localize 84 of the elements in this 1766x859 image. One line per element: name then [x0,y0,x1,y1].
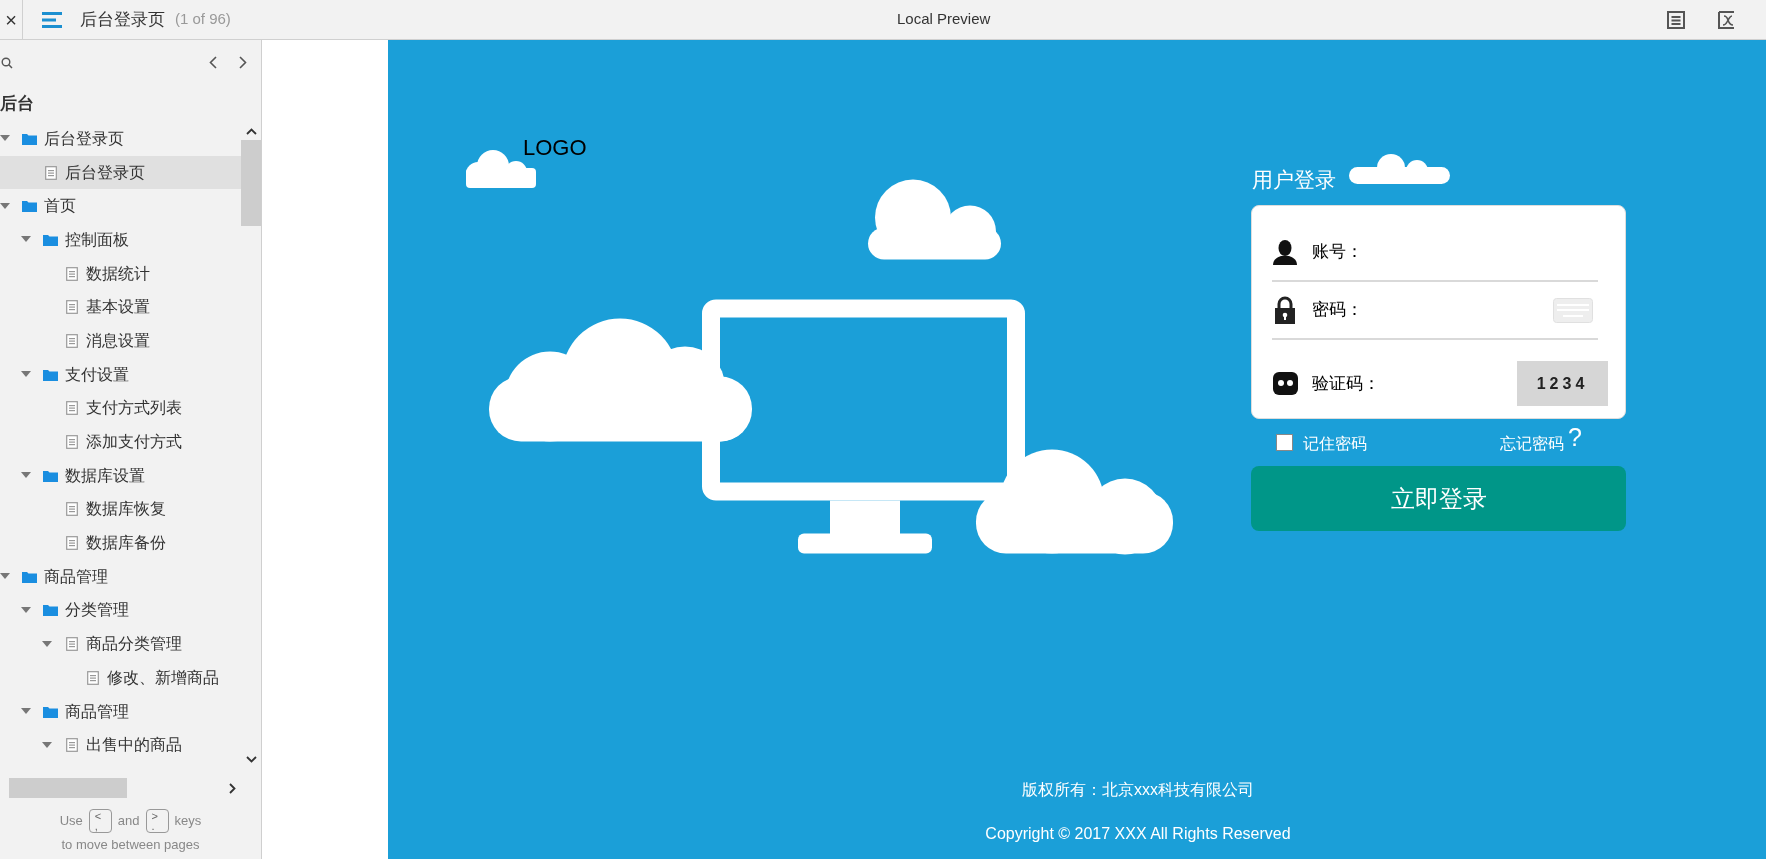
tree-item[interactable]: 首页 [0,189,241,224]
tree-item[interactable]: 后台登录页 [0,122,241,156]
folder-icon [22,570,37,583]
tree-item[interactable]: 后台登录页 [0,155,241,190]
tree-item[interactable]: 控制面板 [0,223,241,257]
tree-item[interactable]: 支付设置 [0,357,241,392]
form-title: 用户登录 [1252,167,1336,194]
folder-icon [43,604,58,617]
tree-item[interactable]: 商品管理 [0,694,241,729]
tree-item[interactable]: 数据库设置 [0,458,241,493]
menu-icon[interactable] [42,11,63,28]
cloud-icon [1349,154,1450,184]
tree-item[interactable]: 添加支付方式 [0,425,241,459]
tree-item[interactable]: 消息设置 [0,324,241,358]
keycap: > . [145,809,169,833]
expand-toggle-icon[interactable] [21,371,31,379]
close-button[interactable]: × [0,0,23,39]
folder-icon [43,368,58,381]
page-icon [64,266,79,281]
folder-icon [22,200,37,213]
scrollbar-thumb[interactable] [9,778,127,798]
notes-icon[interactable] [1667,10,1685,29]
folder-icon [43,233,58,246]
page-icon [64,300,79,315]
search-icon[interactable] [1,56,13,69]
folder-icon [43,705,58,718]
tree-item[interactable]: 数据统计 [0,256,241,291]
scroll-right-icon[interactable] [229,782,236,794]
page-count: (1 of 96) [175,9,231,30]
lock-icon [1272,296,1298,324]
tree-item[interactable]: 数据库备份 [0,526,241,560]
page-icon [64,738,79,753]
page-icon [85,670,100,685]
captcha-image[interactable]: 1234 [1517,361,1608,406]
next-page-icon[interactable] [239,56,247,69]
captcha-icon [1272,372,1298,395]
page-icon [64,502,79,517]
window-title: Local Preview [897,9,991,30]
expand-toggle-icon[interactable] [42,741,52,749]
field-label: 账号： [1312,241,1363,264]
hint-text: keys [174,812,202,831]
tree-item[interactable]: 数据库恢复 [0,492,241,527]
user-icon [1272,239,1298,265]
scroll-down-icon[interactable] [245,756,257,763]
page-icon [43,165,58,180]
tree-item[interactable]: 出售中的商品 [0,728,241,763]
keycap: < , [88,809,112,833]
login-button[interactable]: 立即登录 [1251,466,1626,531]
copyright-text: Copyright © 2017 XXX All Rights Reserved [985,824,1291,844]
hint-text: to move between pages [61,836,200,854]
tree-item[interactable]: 基本设置 [0,290,241,325]
expand-toggle-icon[interactable] [42,640,52,648]
expand-toggle-icon[interactable] [21,606,31,614]
remember-checkbox[interactable] [1276,433,1293,451]
page-icon [64,333,79,348]
expand-toggle-icon[interactable] [0,135,10,143]
field-label: 验证码： [1312,372,1380,395]
scrollbar-thumb[interactable] [241,140,261,226]
page-title: 后台登录页 [80,8,165,31]
tree-item[interactable]: 分类管理 [0,593,241,628]
hint-text: and [117,812,140,831]
scroll-up-icon[interactable] [245,128,257,135]
page-icon [64,401,79,416]
copyright-text: 版权所有：北京xxx科技有限公司 [1022,780,1254,800]
hint-text: Use [59,812,83,831]
expand-toggle-icon[interactable] [21,236,31,244]
expand-toggle-icon[interactable] [0,573,10,581]
previous-page-icon[interactable] [209,56,217,69]
tree-item[interactable]: 商品分类管理 [0,627,241,661]
section-title: 后台 [0,92,34,115]
tree-item[interactable]: 修改、新增商品 [0,661,241,695]
folder-icon [22,132,37,145]
expand-toggle-icon[interactable] [21,708,31,716]
tree-item[interactable]: 支付方式列表 [0,391,241,426]
folder-icon [43,469,58,482]
page-icon [64,435,79,450]
tree-item[interactable]: 商品管理 [0,559,241,594]
page-icon [64,536,79,551]
variables-icon[interactable] [1717,9,1737,30]
field-label: 密码： [1312,299,1363,322]
expand-toggle-icon[interactable] [21,472,31,480]
page-icon [64,637,79,652]
logo-text: LOGO [523,134,587,162]
expand-toggle-icon[interactable] [0,202,10,210]
